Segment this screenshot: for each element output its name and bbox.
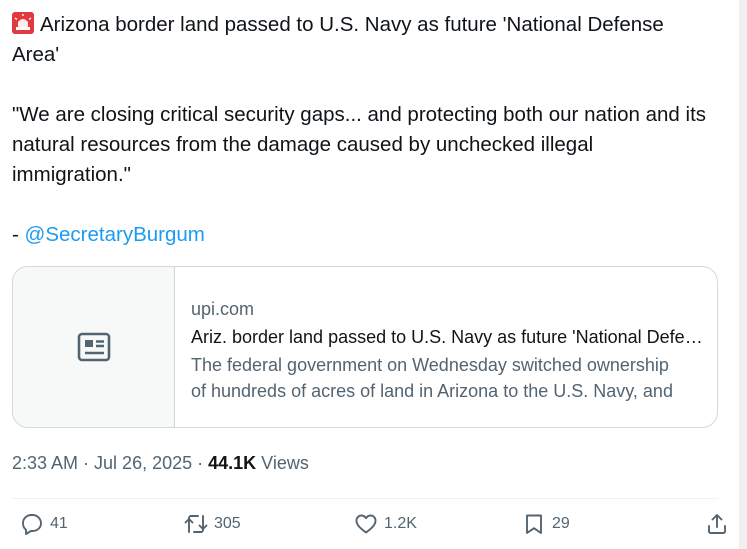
quote-text: "We are closing critical security gaps..… [12, 103, 707, 186]
share-button[interactable] [705, 512, 729, 536]
tweet-text: Arizona border land passed to U.S. Navy … [12, 10, 712, 250]
meta-separator: · [78, 453, 95, 473]
rotating-light-icon [12, 12, 34, 34]
heart-icon [355, 514, 377, 534]
repost-count: 305 [214, 515, 241, 532]
card-body[interactable]: upi.com Ariz. border land passed to U.S.… [175, 267, 717, 427]
action-bar: 41 305 1.2K 29 [12, 512, 747, 544]
bookmark-button[interactable]: 29 [522, 512, 570, 536]
reply-icon [22, 514, 42, 535]
link-card[interactable]: upi.com Ariz. border land passed to U.S.… [12, 266, 718, 428]
tweet-meta: 2:33 AM · Jul 26, 2025 · 44.1K Views [12, 451, 309, 475]
attribution: - @SecretaryBurgum [12, 220, 712, 250]
card-title: Ariz. border land passed to U.S. Navy as… [191, 327, 703, 347]
card-desc-line-1: The federal government on Wednesday swit… [191, 355, 669, 375]
post-date[interactable]: Jul 26, 2025 [94, 453, 192, 473]
share-icon [708, 514, 726, 534]
news-article-icon [77, 332, 110, 362]
post-time[interactable]: 2:33 AM [12, 453, 78, 473]
views-label: Views [256, 453, 309, 473]
views-count: 44.1K [208, 453, 257, 473]
like-button[interactable]: 1.2K [354, 512, 417, 536]
repost-button[interactable]: 305 [184, 512, 241, 536]
divider [12, 498, 718, 499]
repost-icon [184, 515, 208, 533]
like-count: 1.2K [384, 515, 417, 532]
bookmark-icon [526, 514, 542, 534]
card-domain: upi.com [191, 299, 255, 319]
meta-separator: · [192, 453, 209, 473]
card-desc-line-2: of hundreds of acres of land in Arizona … [191, 381, 673, 401]
headline: Arizona border land passed to U.S. Navy … [12, 10, 712, 70]
bookmark-count: 29 [552, 515, 570, 532]
reply-count: 41 [50, 515, 68, 532]
scrollbar[interactable] [739, 0, 747, 549]
headline-text: Arizona border land passed to U.S. Navy … [12, 13, 664, 66]
attribution-prefix: - [12, 223, 25, 246]
mention-link[interactable]: @SecretaryBurgum [25, 223, 205, 246]
reply-button[interactable]: 41 [20, 512, 68, 536]
card-thumbnail[interactable] [13, 267, 175, 427]
card-description: The federal government on Wednesday swit… [191, 352, 703, 404]
